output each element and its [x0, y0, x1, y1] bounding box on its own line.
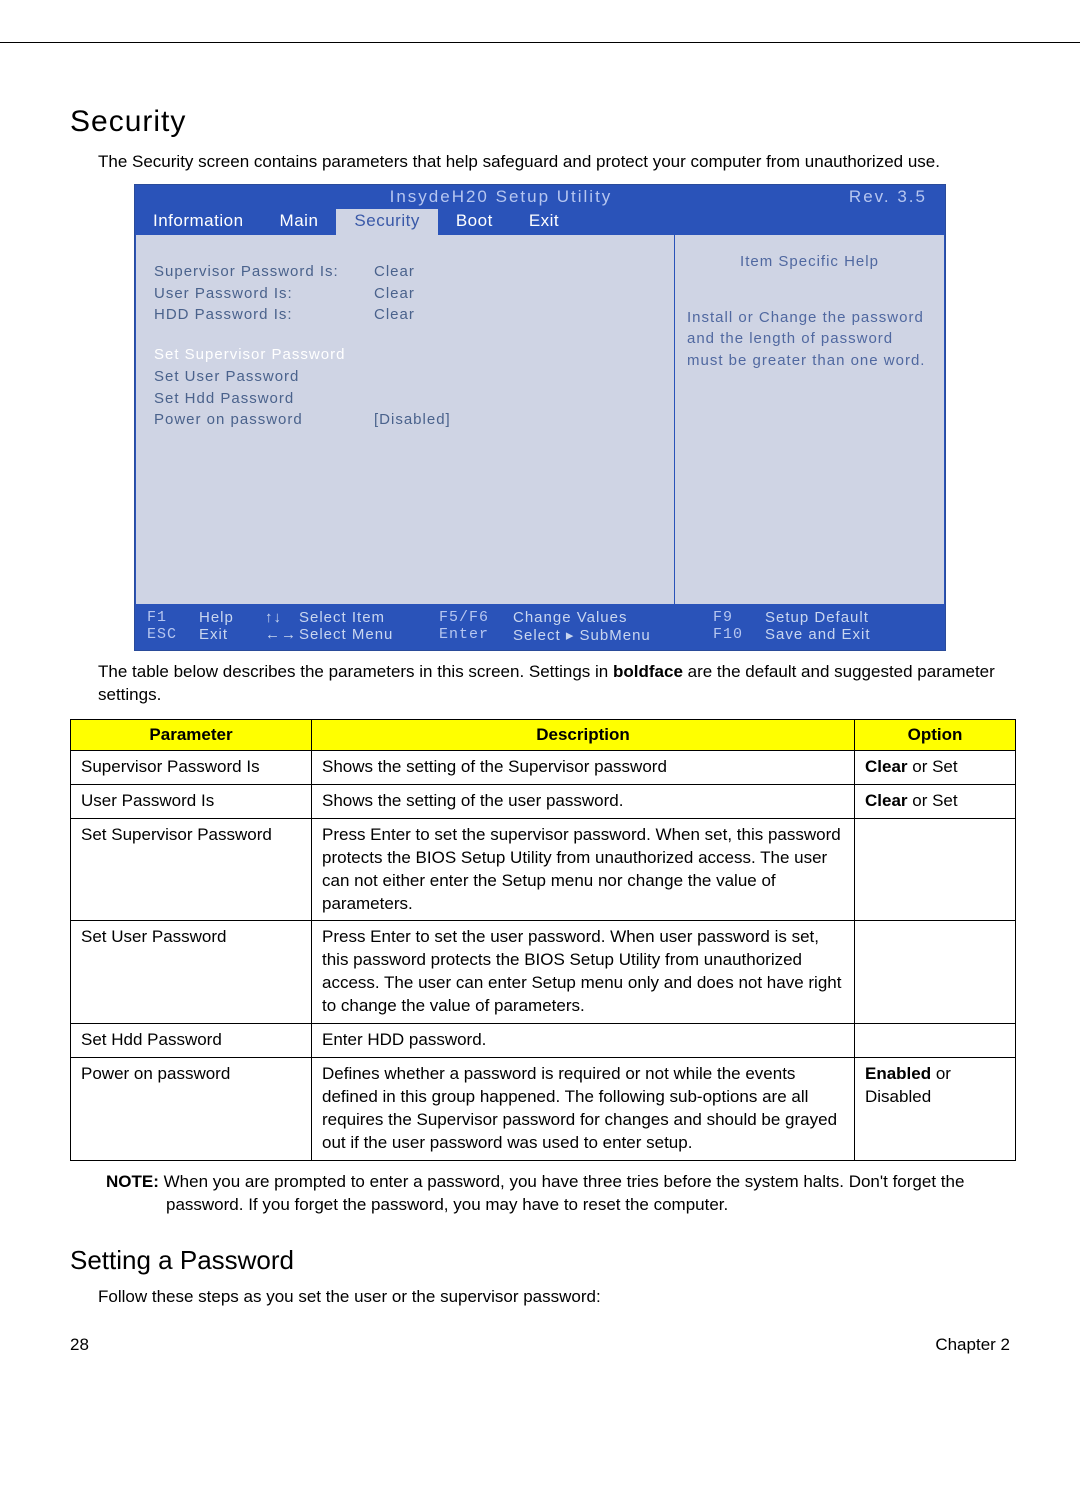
- cell-option: [855, 1024, 1016, 1058]
- parameter-table: Parameter Description Option Supervisor …: [70, 719, 1016, 1161]
- chapter-label: Chapter 2: [935, 1335, 1010, 1355]
- tab-boot[interactable]: Boot: [438, 209, 511, 235]
- footer-text: Change Values: [513, 609, 713, 626]
- bios-title: InsydeH20 Setup Utility: [390, 187, 613, 207]
- col-option: Option: [855, 719, 1016, 750]
- subsection-title: Setting a Password: [70, 1245, 1010, 1276]
- cell-parameter: User Password Is: [71, 784, 312, 818]
- bios-main-panel: Supervisor Password Is:Clear User Passwo…: [135, 235, 675, 605]
- page-number: 28: [70, 1335, 89, 1355]
- footer-text: Save and Exit: [765, 626, 871, 644]
- power-on-password[interactable]: Power on password: [154, 409, 374, 431]
- tab-security[interactable]: Security: [336, 209, 437, 235]
- key-f10: F10: [713, 626, 765, 644]
- bios-footer: F1 Help ↑↓ Select Item F5/F6 Change Valu…: [135, 605, 945, 650]
- footer-text: Help: [199, 609, 265, 626]
- cell-description: Defines whether a password is required o…: [312, 1058, 855, 1161]
- sub-intro: Follow these steps as you set the user o…: [98, 1286, 1010, 1309]
- field-label: User Password Is:: [154, 283, 374, 305]
- field-label: HDD Password Is:: [154, 304, 374, 326]
- cell-description: Enter HDD password.: [312, 1024, 855, 1058]
- cell-description: Press Enter to set the supervisor passwo…: [312, 818, 855, 921]
- cell-option: Enabled or Disabled: [855, 1058, 1016, 1161]
- table-row: Supervisor Password IsShows the setting …: [71, 750, 1016, 784]
- set-hdd-password[interactable]: Set Hdd Password: [154, 388, 656, 410]
- arrow-leftright-icon: ←→: [265, 626, 299, 644]
- footer-text: Select Item: [299, 609, 439, 626]
- help-title: Item Specific Help: [687, 251, 932, 273]
- tab-information[interactable]: Information: [135, 209, 262, 235]
- cell-description: Shows the setting of the user password.: [312, 784, 855, 818]
- col-parameter: Parameter: [71, 719, 312, 750]
- note: NOTE: When you are prompted to enter a p…: [98, 1171, 1010, 1217]
- cell-option: Clear or Set: [855, 750, 1016, 784]
- intro-text: The Security screen contains parameters …: [98, 151, 1010, 174]
- cell-option: [855, 921, 1016, 1024]
- footer-text: Select Menu: [299, 626, 439, 644]
- help-body: Install or Change the password and the l…: [687, 307, 932, 372]
- bios-help-panel: Item Specific Help Install or Change the…: [675, 235, 945, 605]
- table-intro: The table below describes the parameters…: [98, 661, 1010, 707]
- footer-text: Setup Default: [765, 609, 869, 626]
- field-value: Clear: [374, 304, 415, 326]
- cell-description: Shows the setting of the Supervisor pass…: [312, 750, 855, 784]
- key-f1: F1: [147, 609, 199, 626]
- table-row: Power on passwordDefines whether a passw…: [71, 1058, 1016, 1161]
- key-esc: ESC: [147, 626, 199, 644]
- bios-menu: Information Main Security Boot Exit: [135, 209, 945, 235]
- cell-parameter: Set Hdd Password: [71, 1024, 312, 1058]
- key-f9: F9: [713, 609, 765, 626]
- cell-parameter: Power on password: [71, 1058, 312, 1161]
- table-row: Set Supervisor PasswordPress Enter to se…: [71, 818, 1016, 921]
- bios-rev: Rev. 3.5: [849, 187, 927, 207]
- col-description: Description: [312, 719, 855, 750]
- key-enter: Enter: [439, 626, 513, 644]
- field-value: Clear: [374, 283, 415, 305]
- bios-screenshot: InsydeH20 Setup Utility Rev. 3.5 Informa…: [134, 184, 946, 651]
- cell-option: Clear or Set: [855, 784, 1016, 818]
- set-user-password[interactable]: Set User Password: [154, 366, 656, 388]
- page-title: Security: [70, 105, 1010, 139]
- table-row: Set Hdd PasswordEnter HDD password.: [71, 1024, 1016, 1058]
- arrow-updown-icon: ↑↓: [265, 609, 299, 626]
- table-row: Set User PasswordPress Enter to set the …: [71, 921, 1016, 1024]
- table-row: User Password IsShows the setting of the…: [71, 784, 1016, 818]
- field-value: Clear: [374, 261, 415, 283]
- footer-text: Exit: [199, 626, 265, 644]
- tab-exit[interactable]: Exit: [511, 209, 577, 235]
- key-f5f6: F5/F6: [439, 609, 513, 626]
- tab-main[interactable]: Main: [262, 209, 337, 235]
- cell-description: Press Enter to set the user password. Wh…: [312, 921, 855, 1024]
- cell-parameter: Set User Password: [71, 921, 312, 1024]
- cell-parameter: Supervisor Password Is: [71, 750, 312, 784]
- footer-text: Select ▸ SubMenu: [513, 626, 713, 644]
- set-supervisor-password[interactable]: Set Supervisor Password: [154, 344, 656, 366]
- field-value: [Disabled]: [374, 409, 451, 431]
- field-label: Supervisor Password Is:: [154, 261, 374, 283]
- cell-option: [855, 818, 1016, 921]
- cell-parameter: Set Supervisor Password: [71, 818, 312, 921]
